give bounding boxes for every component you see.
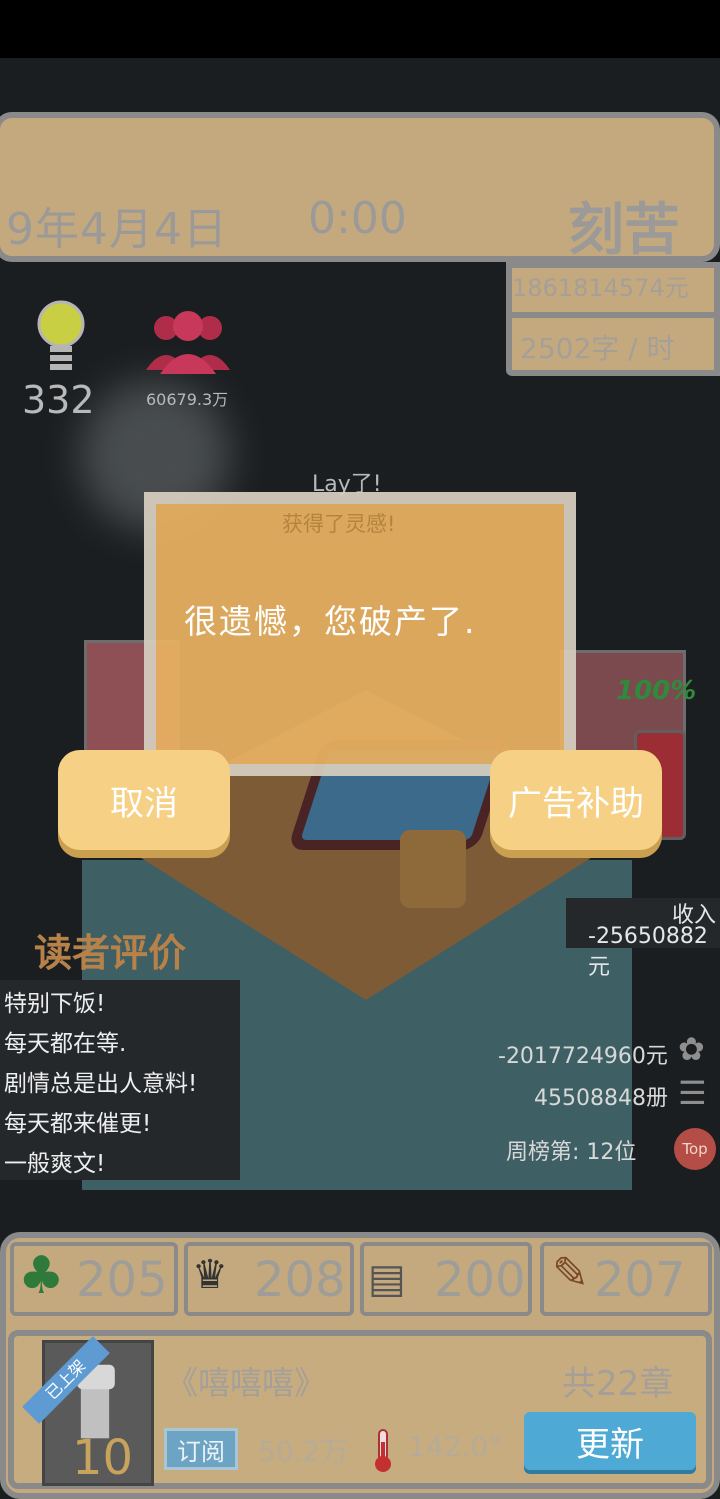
- ad-subsidy-button[interactable]: 广告补助: [490, 750, 662, 850]
- review-item: 特别下饭!: [4, 991, 106, 1017]
- income-value: -25650882元: [588, 924, 708, 980]
- inspiration-hint: 获得了灵感!: [282, 512, 396, 536]
- update-button[interactable]: 更新: [524, 1412, 696, 1470]
- review-item: 每天都在等.: [4, 1031, 127, 1057]
- work-mode[interactable]: 刻苦: [568, 185, 680, 266]
- money-value: 1861814574元: [512, 274, 689, 302]
- tree-icon: ♣: [18, 1246, 65, 1306]
- open-book-icon: ▤: [368, 1256, 406, 1302]
- lightbulb-icon[interactable]: [36, 300, 86, 378]
- game-date: 9年4月4日: [6, 204, 228, 255]
- pencil-stat-value: 207: [594, 1252, 686, 1308]
- fans-count: 60679.3万: [146, 390, 229, 409]
- cancel-button[interactable]: 取消: [58, 750, 230, 850]
- writing-speed: 2502字 / 时: [520, 332, 675, 365]
- dialog-message: 很遗憾，您破产了.: [184, 602, 477, 641]
- idea-count: 332: [22, 378, 95, 422]
- energy-percent: 100%: [616, 676, 697, 706]
- total-money: -2017724960元: [498, 1044, 668, 1069]
- book-stat-value: 200: [434, 1252, 526, 1308]
- fans-icon[interactable]: [142, 310, 234, 380]
- chair: [400, 830, 466, 908]
- status-bar: [0, 0, 720, 58]
- subscriber-count: 50.2万: [258, 1435, 349, 1468]
- thermometer-icon: [375, 1429, 391, 1472]
- pencil-icon: ✎: [552, 1248, 589, 1299]
- game-time: 0:00: [308, 193, 407, 244]
- review-item: 剧情总是出人意料!: [4, 1071, 198, 1097]
- book-title: 《嘻嘻嘻》: [166, 1364, 327, 1402]
- reviews-title: 读者评价: [34, 931, 187, 975]
- subscribe-button[interactable]: 订阅: [164, 1428, 238, 1470]
- film-reel-icon: ✿: [678, 1030, 705, 1068]
- weekly-rank: 周榜第: 12位: [506, 1140, 637, 1165]
- books-sold: 45508848册: [534, 1086, 668, 1111]
- chapter-count: 共22章: [562, 1364, 674, 1404]
- hat-stat-value: 208: [254, 1252, 346, 1308]
- tree-stat-value: 205: [76, 1252, 168, 1308]
- heat-value: 142.0°: [408, 1430, 503, 1463]
- detective-hat-icon: ♛: [192, 1252, 228, 1298]
- books-stack-icon: ☰: [678, 1074, 707, 1112]
- review-item: 每天都来催更!: [4, 1111, 152, 1137]
- review-item: 一般爽文!: [4, 1151, 106, 1177]
- top-rank-button[interactable]: Top: [674, 1128, 716, 1170]
- book-volume-number: 10: [72, 1430, 134, 1486]
